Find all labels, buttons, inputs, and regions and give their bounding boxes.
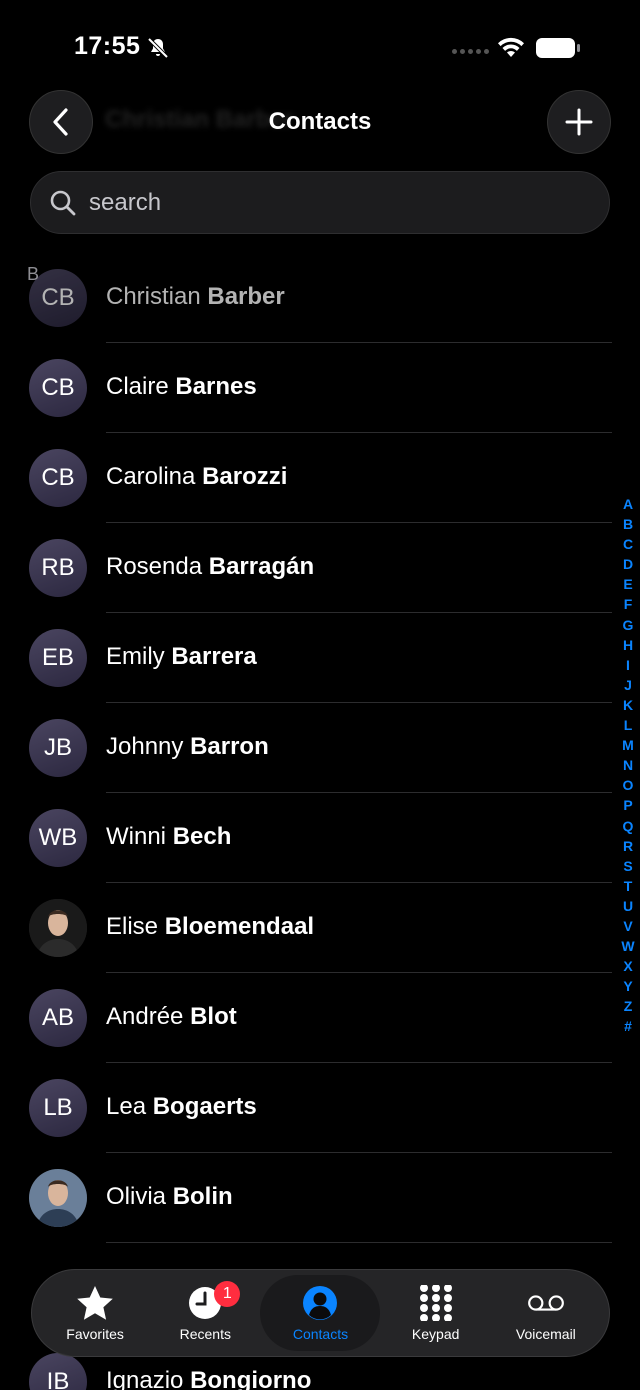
tab-contacts[interactable]: Contacts <box>260 1275 381 1351</box>
index-letter[interactable]: H <box>623 635 633 655</box>
status-bar: 17:55 <box>0 0 640 90</box>
index-letter[interactable]: A <box>623 494 633 514</box>
contact-name: Claire Barnes <box>106 373 257 400</box>
contact-photo <box>29 899 87 957</box>
contact-name: Rosenda Barragán <box>106 553 315 580</box>
contact-name: Winni Bech <box>106 823 232 850</box>
index-letter[interactable]: M <box>622 735 634 755</box>
index-letter[interactable]: L <box>624 715 633 735</box>
add-contact-button[interactable] <box>547 90 611 154</box>
contact-name: Johnny Barron <box>106 733 269 760</box>
index-letter[interactable]: W <box>621 936 634 956</box>
cellular-signal-icon <box>452 49 489 54</box>
contact-name: Elise Bloemendaal <box>106 913 315 940</box>
row-divider <box>106 1242 612 1243</box>
notification-badge: 1 <box>214 1281 241 1307</box>
plus-icon <box>565 108 593 136</box>
contact-name: Carolina Barozzi <box>106 463 288 490</box>
list-item[interactable]: Olivia Bolin <box>0 1153 612 1243</box>
list-item[interactable]: JB Johnny Barron <box>0 703 612 793</box>
list-item[interactable]: RB Rosenda Barragán <box>0 523 612 613</box>
contact-name: Olivia Bolin <box>106 1183 233 1210</box>
battery-icon <box>536 38 580 58</box>
index-letter[interactable]: P <box>623 795 632 815</box>
list-item[interactable]: CB Christian Barber <box>0 253 612 343</box>
index-letter[interactable]: X <box>623 956 632 976</box>
avatar: CB <box>29 359 87 417</box>
contact-name: Emily Barrera <box>106 643 257 670</box>
person-circle-icon <box>301 1284 339 1322</box>
index-letter[interactable]: I <box>626 655 630 675</box>
avatar: CB <box>29 449 87 507</box>
contact-name: Lea Bogaerts <box>106 1093 257 1120</box>
list-item[interactable]: LB Lea Bogaerts <box>0 1063 612 1153</box>
index-letter[interactable]: # <box>624 1016 632 1036</box>
index-letter[interactable]: U <box>623 896 633 916</box>
tab-label: Recents <box>179 1326 231 1342</box>
list-item[interactable]: AB Andrée Blot <box>0 973 612 1063</box>
status-time: 17:55 <box>74 32 141 60</box>
list-item[interactable]: Elise Bloemendaal <box>0 883 612 973</box>
alphabet-index[interactable]: A B C D E F G H I J K L M N O P Q R S T U V W X Y Z # <box>620 494 636 1037</box>
section-header: B <box>27 264 40 284</box>
tab-label: Voicemail <box>515 1326 576 1342</box>
index-letter[interactable]: T <box>624 876 633 896</box>
star-icon <box>76 1284 114 1322</box>
avatar: LB <box>29 1079 87 1137</box>
tab-label: Contacts <box>292 1326 349 1342</box>
tab-bar: Favorites Recents 1 Contacts Keypad Voicemail <box>31 1269 610 1357</box>
index-letter[interactable]: B <box>623 514 633 534</box>
contact-photo <box>29 1169 87 1227</box>
tab-recents[interactable]: Recents 1 <box>150 1275 260 1351</box>
wifi-icon <box>498 37 524 57</box>
avatar: IB <box>29 1353 87 1390</box>
list-item[interactable]: CB Claire Barnes <box>0 343 612 433</box>
contact-list: CB Christian Barber CB Claire Barnes CB Carol… <box>0 253 612 1243</box>
index-letter[interactable]: Z <box>624 996 633 1016</box>
list-item[interactable]: WB Winni Bech <box>0 793 612 883</box>
navigation-bar: Christian Barber Contacts <box>0 90 640 156</box>
index-letter[interactable]: F <box>624 594 633 614</box>
avatar: EB <box>29 629 87 687</box>
tab-label: Favorites <box>66 1326 124 1342</box>
avatar: JB <box>29 719 87 777</box>
search-bar[interactable] <box>30 171 610 234</box>
list-item[interactable]: EB Emily Barrera <box>0 613 612 703</box>
index-letter[interactable]: C <box>623 534 633 554</box>
index-letter[interactable]: J <box>624 675 632 695</box>
bell-slash-icon <box>147 37 169 59</box>
avatar: AB <box>29 989 87 1047</box>
tab-keypad[interactable]: Keypad <box>381 1275 491 1351</box>
index-letter[interactable]: Q <box>623 816 634 836</box>
index-letter[interactable]: K <box>623 695 633 715</box>
list-item[interactable]: CB Carolina Barozzi <box>0 433 612 523</box>
index-letter[interactable]: Y <box>623 976 632 996</box>
tab-favorites[interactable]: Favorites <box>40 1275 150 1351</box>
index-letter[interactable]: R <box>623 836 633 856</box>
contact-name: Christian Barber <box>106 283 285 310</box>
index-letter[interactable]: V <box>623 916 632 936</box>
page-title: Contacts <box>268 108 372 135</box>
search-input[interactable] <box>89 188 549 217</box>
voicemail-icon <box>527 1284 565 1322</box>
keypad-icon <box>417 1284 455 1322</box>
search-icon <box>50 190 76 215</box>
index-letter[interactable]: S <box>623 856 632 876</box>
contact-name: Andrée Blot <box>106 1003 237 1030</box>
tab-voicemail[interactable]: Voicemail <box>491 1275 601 1351</box>
index-letter[interactable]: E <box>623 574 632 594</box>
index-letter[interactable]: D <box>623 554 633 574</box>
tab-label: Keypad <box>411 1326 460 1342</box>
index-letter[interactable]: N <box>623 755 633 775</box>
index-letter[interactable]: O <box>623 775 634 795</box>
avatar: RB <box>29 539 87 597</box>
index-letter[interactable]: G <box>623 615 634 635</box>
avatar: WB <box>29 809 87 867</box>
contact-name: Ignazio Bongiorno <box>106 1367 312 1390</box>
